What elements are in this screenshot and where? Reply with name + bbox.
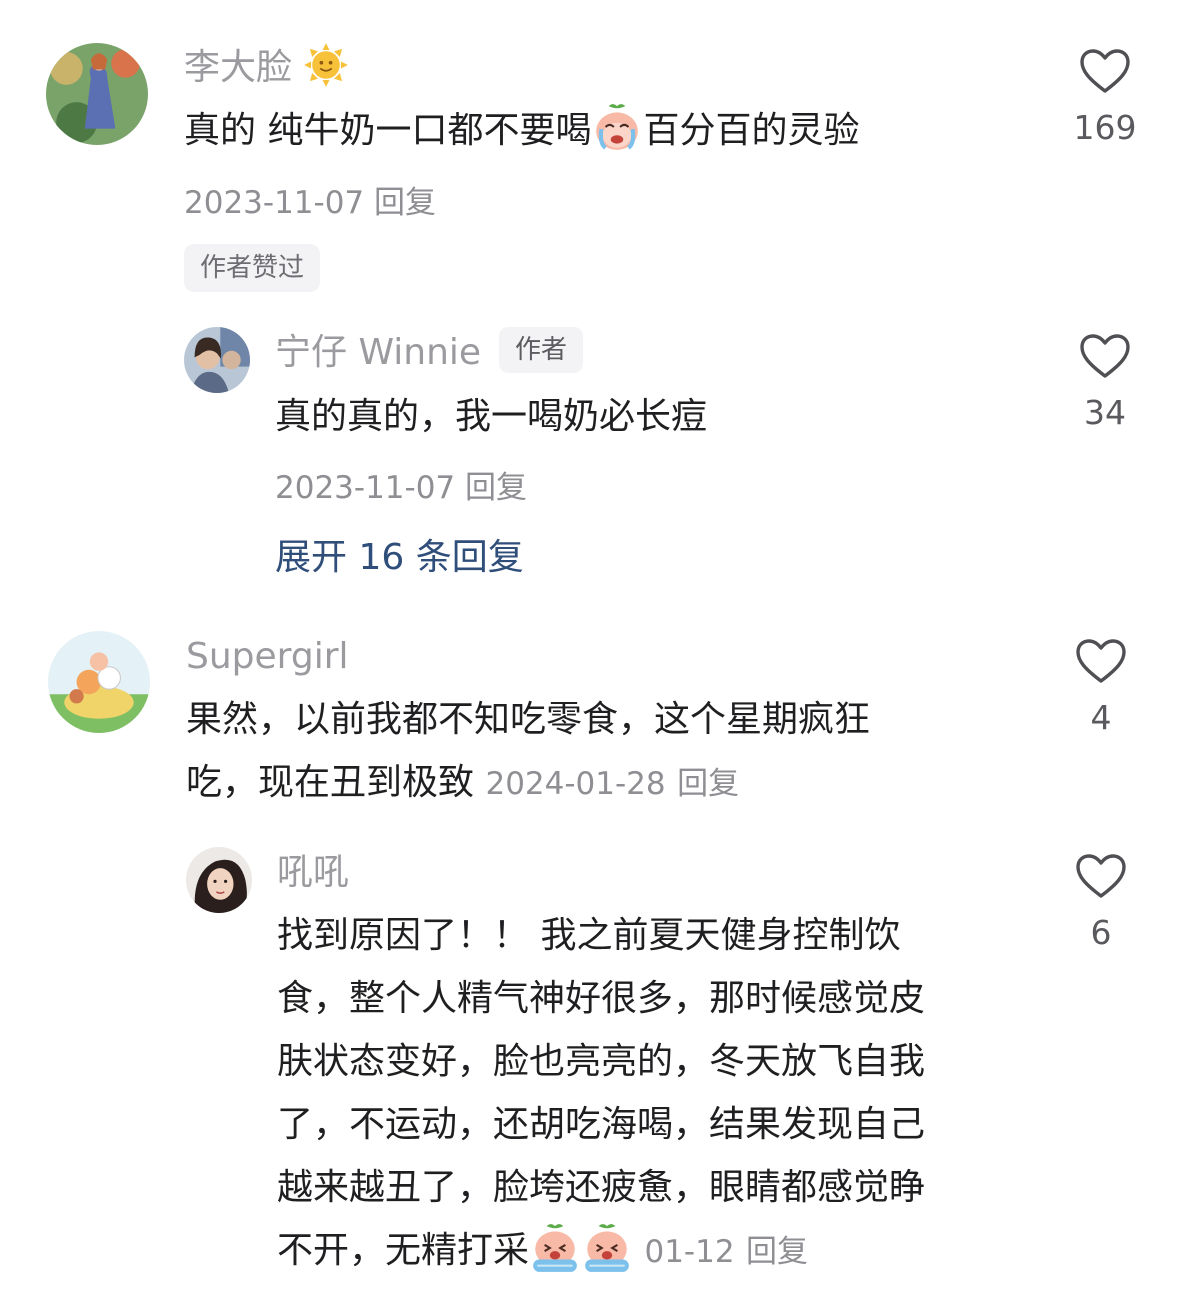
heart-outline-icon xyxy=(1080,49,1130,93)
reply-button[interactable]: 回复 xyxy=(677,766,739,802)
author-badge: 作者 xyxy=(499,327,584,373)
comment-text: 真的 纯牛奶一口都不要喝 百分百的灵验 xyxy=(184,99,859,162)
sun-emoji-icon xyxy=(303,42,349,88)
expand-replies-button[interactable]: 展开 16 条回复 xyxy=(275,536,524,580)
like-button[interactable]: 34 xyxy=(1060,333,1150,433)
heart-outline-icon xyxy=(1076,854,1126,898)
like-count: 4 xyxy=(1090,698,1112,737)
like-button[interactable]: 6 xyxy=(1056,853,1146,953)
like-button[interactable]: 4 xyxy=(1056,638,1146,738)
sobbing-peach-emoji-icon xyxy=(529,1222,581,1274)
heart-outline-icon xyxy=(1080,334,1130,378)
comment-meta: 2023-11-07 回复 xyxy=(275,462,527,507)
like-count: 6 xyxy=(1090,913,1112,952)
comment-date: 2023-11-07 xyxy=(184,185,365,221)
avatar[interactable] xyxy=(184,327,250,393)
username[interactable]: 吼吼 xyxy=(277,851,349,895)
comment-meta: 2023-11-07 回复 xyxy=(184,177,436,222)
comment-date: 01-12 xyxy=(644,1234,735,1270)
reply-button[interactable]: 回复 xyxy=(374,185,436,221)
username[interactable]: 宁仔 Winnie 作者 xyxy=(275,327,584,377)
author-liked-badge: 作者赞过 xyxy=(184,244,321,292)
like-count: 169 xyxy=(1073,108,1137,147)
comment-text: 找到原因了！！ 我之前夏天健身控制饮 食，整个人精气神好很多，那时候感觉皮 肤状… xyxy=(277,904,925,1284)
comment-text: 果然，以前我都不知吃零食，这个星期疯狂 吃，现在丑到极致 2024-01-28 … xyxy=(186,699,871,803)
heart-outline-icon xyxy=(1076,639,1126,683)
avatar[interactable] xyxy=(46,43,148,145)
avatar[interactable] xyxy=(186,847,252,913)
comment-date: 2024-01-28 xyxy=(485,766,666,802)
username[interactable]: 李大脸 xyxy=(184,43,349,92)
crying-peach-emoji-icon xyxy=(591,102,643,154)
reply-button[interactable]: 回复 xyxy=(746,1234,808,1270)
username[interactable]: Supergirl xyxy=(186,635,349,679)
like-count: 34 xyxy=(1084,393,1126,432)
like-button[interactable]: 169 xyxy=(1060,48,1150,148)
sobbing-peach-emoji-icon xyxy=(581,1222,633,1274)
reply-button[interactable]: 回复 xyxy=(465,470,527,506)
avatar[interactable] xyxy=(48,631,150,733)
comment-date: 2023-11-07 xyxy=(275,470,456,506)
comment-text: 真的真的，我一喝奶必长痘 xyxy=(275,396,708,437)
